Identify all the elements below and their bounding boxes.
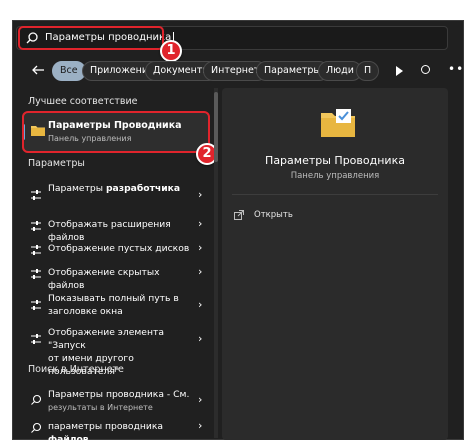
account-circle-icon[interactable] [421, 65, 430, 74]
search-icon [31, 422, 42, 433]
search-icon [31, 394, 42, 405]
item-label: Параметры [48, 183, 106, 194]
item-label-bold: разработчика [105, 183, 181, 194]
best-match-header: Лучшее соответствие [28, 96, 138, 107]
open-icon [234, 210, 244, 220]
preview-title: Параметры Проводника [265, 154, 405, 167]
settings-item-hidden-files[interactable]: Отображение скрытых файлов › [22, 265, 210, 291]
item-label-line2: заголовке окна [48, 306, 123, 317]
chevron-right-icon: › [198, 332, 203, 345]
more-options-icon[interactable]: ••• [448, 62, 472, 76]
scrollbar[interactable] [214, 88, 218, 438]
item-label: Отображение скрытых файлов [48, 267, 160, 291]
web-item-2[interactable]: параметры проводника файлов › [22, 419, 210, 444]
step-badge-1: 1 [160, 40, 182, 62]
settings-item-empty-drives[interactable]: Отображение пустых дисков › [22, 241, 210, 256]
slider-icon [31, 221, 41, 231]
item-label: Отображение элемента "Запуск [48, 327, 164, 351]
settings-item-extensions[interactable]: Отображать расширения файлов › [22, 217, 210, 243]
slider-icon [31, 245, 41, 255]
item-sublabel: результаты в Интернете [48, 403, 153, 412]
chevron-right-icon: › [198, 188, 203, 201]
folder-options-large-icon [321, 109, 355, 137]
highlight-best-match [22, 111, 210, 153]
play-icon[interactable] [396, 66, 403, 76]
chevron-right-icon: › [198, 217, 203, 230]
item-label: Показывать полный путь в [48, 293, 179, 304]
filter-more-cut[interactable]: П [356, 61, 380, 81]
chevron-right-icon: › [198, 298, 203, 311]
open-label: Открыть [254, 210, 293, 220]
settings-header: Параметры [28, 158, 85, 169]
chevron-right-icon: › [198, 393, 203, 406]
slider-icon [31, 190, 41, 200]
open-action[interactable]: Открыть [234, 208, 334, 224]
back-arrow-icon[interactable] [30, 62, 46, 78]
settings-item-full-path[interactable]: Показывать полный путь в заголовке окна › [22, 292, 210, 320]
item-label: Отображать расширения файлов [48, 219, 171, 243]
scrollbar-thumb[interactable] [214, 92, 218, 162]
divider [232, 194, 438, 195]
filter-all[interactable]: Все [52, 61, 86, 81]
settings-item-developer[interactable]: Параметры разработчика › [22, 182, 210, 210]
preview-pane: Параметры Проводника Панель управления О… [222, 88, 448, 440]
web-search-header: Поиск в Интернете [28, 364, 124, 375]
web-item-1[interactable]: Параметры проводника - См. результаты в И… [22, 388, 210, 414]
item-label: Параметры проводника - См. [48, 389, 190, 400]
settings-item-run-as[interactable]: Отображение элемента "Запуск от имени дру… [22, 326, 210, 377]
slider-icon [31, 269, 41, 279]
chevron-right-icon: › [198, 241, 203, 254]
item-label: параметры проводника [48, 421, 164, 432]
chevron-right-icon: › [198, 265, 203, 278]
slider-icon [31, 334, 41, 344]
highlight-search [18, 26, 164, 50]
preview-subtitle: Панель управления [290, 171, 380, 181]
item-label-bold: файлов [48, 434, 89, 444]
slider-icon [31, 300, 41, 310]
filter-row: Все Приложения Документы Интернет Параме… [16, 60, 471, 82]
item-label: Отображение пустых дисков [48, 243, 190, 254]
chevron-right-icon: › [198, 419, 203, 432]
